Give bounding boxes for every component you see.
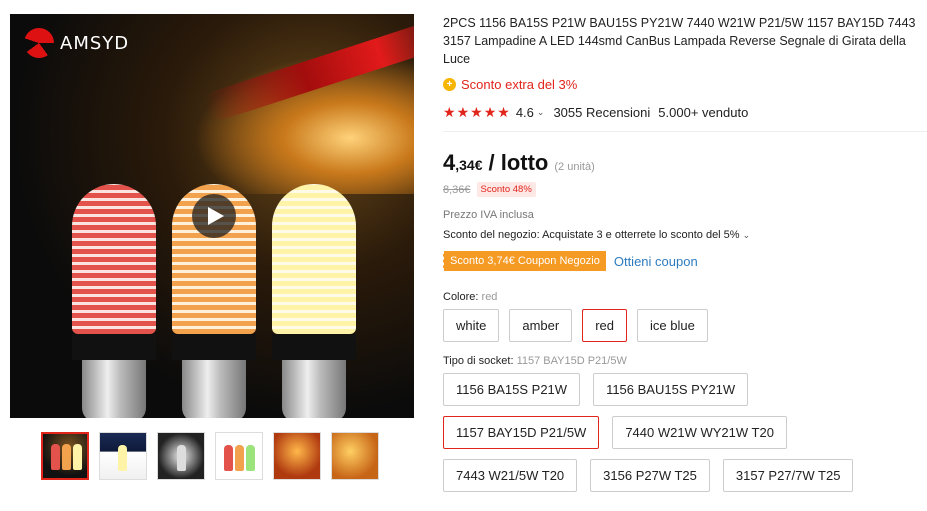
get-coupon-link[interactable]: Ottieni coupon	[614, 254, 698, 269]
star-icon: ★	[497, 104, 510, 120]
thumbnail-strip	[41, 432, 379, 480]
socket-option[interactable]: 1156 BAU15S PY21W	[593, 373, 749, 406]
color-option-amber[interactable]: amber	[509, 309, 573, 342]
white-bulb	[272, 184, 356, 418]
socket-selected: 1157 BAY15D P21/5W	[516, 355, 627, 367]
chevron-down-icon: ⌄	[742, 229, 751, 240]
socket-option[interactable]: 3156 P27W T25	[590, 459, 710, 492]
rating-value[interactable]: 4.6	[516, 105, 534, 120]
store-coupon-badge[interactable]: Sconto 3,74€ Coupon Negozio	[443, 251, 606, 271]
extra-discount-text: Sconto extra del 3%	[461, 77, 578, 92]
price-integer: 4	[443, 150, 456, 175]
red-bulb	[72, 184, 156, 418]
old-price: 8,36€	[443, 183, 471, 196]
brand-logo: AMSYD	[24, 28, 129, 58]
store-discount-text: Sconto del negozio: Acquistate 3 e otter…	[443, 229, 740, 241]
reviews-link[interactable]: 3055 Recensioni	[553, 105, 650, 120]
coin-icon: +	[443, 78, 456, 91]
price-quantity: (2 unità)	[554, 161, 595, 173]
price-row: 4 ,34€ / lotto (2 unità)	[443, 150, 927, 176]
rating-row: ★ ★ ★ ★ ★ 4.6 ⌄ 3055 Recensioni 5.000+ v…	[443, 104, 927, 121]
sold-count: 5.000+ venduto	[658, 105, 749, 120]
socket-option[interactable]: 7440 W21W WY21W T20	[612, 416, 787, 449]
star-icon: ★	[483, 104, 497, 120]
color-selected: red	[481, 291, 498, 303]
socket-label-text: Tipo di socket:	[443, 355, 514, 367]
thumbnail-2[interactable]	[99, 432, 147, 480]
divider	[443, 131, 927, 132]
color-option-white[interactable]: white	[443, 309, 500, 342]
brand-logo-icon	[24, 28, 54, 58]
product-info-panel: 2PCS 1156 BA15S P21W BAU15S PY21W 7440 W…	[443, 14, 927, 492]
star-rating: ★ ★ ★ ★ ★	[443, 104, 510, 121]
brand-name: AMSYD	[60, 32, 130, 54]
star-icon: ★	[456, 104, 470, 120]
play-video-button[interactable]	[192, 194, 236, 238]
price-decimal: ,34€	[455, 157, 483, 173]
thumbnail-4[interactable]	[215, 432, 263, 480]
discount-badge: Sconto 48%	[476, 182, 536, 197]
thumbnail-5[interactable]	[273, 432, 321, 480]
color-option-red[interactable]: red	[582, 309, 628, 342]
old-price-row: 8,36€ Sconto 48%	[443, 182, 927, 197]
star-icon: ★	[470, 104, 483, 120]
socket-label: Tipo di socket: 1157 BAY15D P21/5W	[443, 355, 927, 367]
thumbnail-6[interactable]	[331, 432, 379, 480]
socket-option[interactable]: 7443 W21/5W T20	[443, 459, 578, 492]
color-option-ice-blue[interactable]: ice blue	[637, 309, 708, 342]
extra-discount: + Sconto extra del 3%	[443, 77, 927, 92]
play-icon	[208, 207, 224, 225]
main-product-image[interactable]: AMSYD	[10, 14, 414, 418]
product-title: 2PCS 1156 BA15S P21W BAU15S PY21W 7440 W…	[443, 16, 916, 66]
socket-option[interactable]: 1156 BA15S P21W	[443, 373, 581, 406]
socket-option[interactable]: 3157 P27/7W T25	[722, 459, 854, 492]
color-label: Colore: red	[443, 291, 927, 303]
vat-note: Prezzo IVA inclusa	[443, 209, 534, 221]
color-label-text: Colore:	[443, 291, 479, 303]
store-discount[interactable]: Sconto del negozio: Acquistate 3 e otter…	[443, 229, 927, 241]
thumbnail-3[interactable]	[157, 432, 205, 480]
color-options: white amber red ice blue	[443, 309, 927, 342]
thumbnail-1[interactable]	[41, 432, 89, 480]
coupon-row: Sconto 3,74€ Coupon Negozio Ottieni coup…	[443, 251, 927, 271]
price-unit: / lotto	[488, 150, 549, 175]
star-icon: ★	[443, 104, 456, 120]
socket-options: 1156 BA15S P21W 1156 BAU15S PY21W 1157 B…	[443, 373, 913, 492]
chevron-down-icon[interactable]: ⌄	[537, 107, 545, 118]
socket-option-selected[interactable]: 1157 BAY15D P21/5W	[443, 416, 600, 449]
